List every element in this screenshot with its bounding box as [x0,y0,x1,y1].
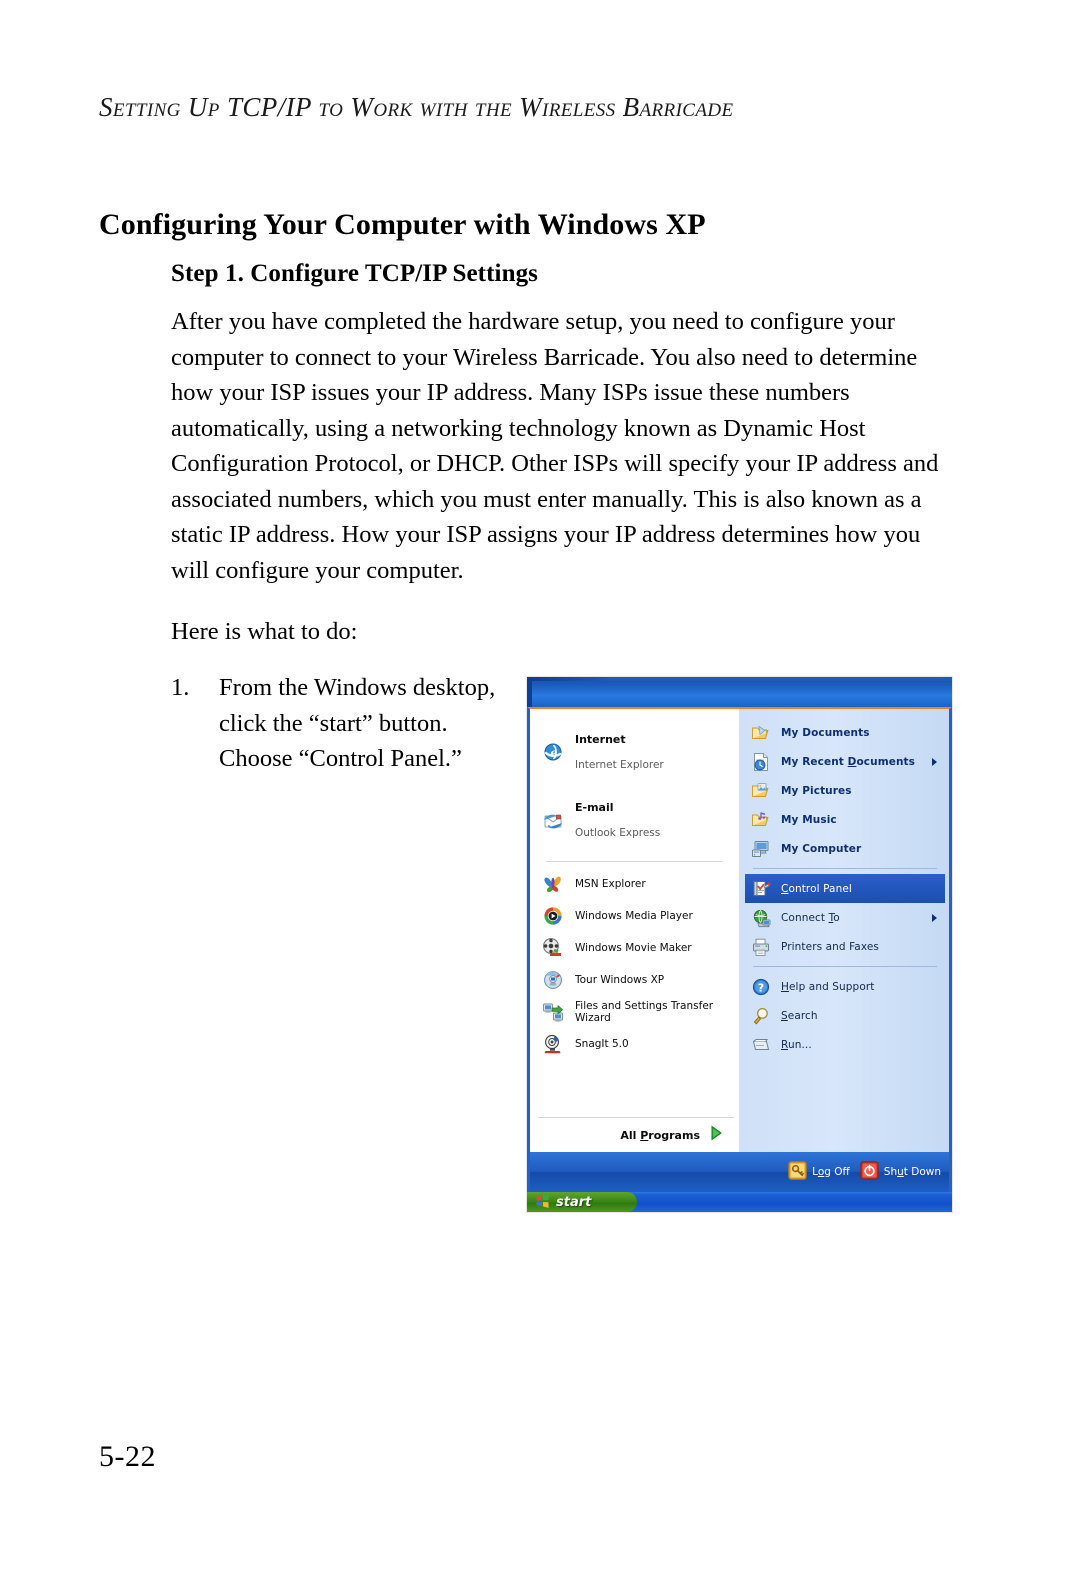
start-item-files-settings-transfer-wizard[interactable]: Files and Settings Transfer Wizard [536,996,733,1028]
log-off-label: Log Off [812,1166,850,1178]
log-off-button[interactable]: Log Off [788,1160,850,1184]
start-item-label: Control Panel [781,882,852,895]
section-body: Step 1. Configure TCP/IP Settings After … [171,260,961,650]
start-item-tour-windows-xp[interactable]: Tour Windows XP [536,964,733,996]
windows-logo-icon [535,1193,550,1212]
windows-media-player-icon [540,903,566,929]
start-item-search[interactable]: Search [745,1001,945,1030]
connect-to-icon [749,906,773,930]
chevron-right-icon [932,757,937,766]
start-item-my-documents[interactable]: My Documents [745,718,945,747]
start-item-label: Search [781,1009,818,1022]
my-recent-documents-icon [749,750,773,774]
start-item-label: Tour Windows XP [575,973,665,986]
start-item-my-music[interactable]: My Music [745,805,945,834]
start-item-windows-media-player[interactable]: Windows Media Player [536,900,733,932]
header-top-rule [527,677,952,681]
document-page: Setting Up TCP/IP to Work with the Wirel… [0,0,1080,1570]
tour-windows-xp-icon [540,967,566,993]
windows-movie-maker-icon [540,935,566,961]
start-menu-left-column: e Internet Internet Explorer E-mail Outl… [527,707,739,1152]
start-item-label: Windows Media Player [575,909,693,922]
step-number: 1. [171,674,190,701]
start-item-my-computer[interactable]: My Computer [745,834,945,863]
start-menu-body: e Internet Internet Explorer E-mail Outl… [527,707,952,1152]
list-item: 1. From the Windows desktop, click the “… [171,670,501,777]
start-item-label: My Pictures [781,784,852,797]
start-item-label: Internet Internet Explorer [575,732,664,771]
page-number: 5-22 [99,1440,156,1473]
start-item-windows-movie-maker[interactable]: Windows Movie Maker [536,932,733,964]
start-item-label: My Computer [781,842,862,855]
control-panel-icon [749,877,773,901]
start-item-label: Connect To [781,911,840,924]
printers-and-faxes-icon [749,935,773,959]
chevron-right-icon [932,913,937,922]
internet-explorer-icon: e [540,739,566,765]
all-programs-label: All Programs [620,1128,700,1142]
key-icon [788,1160,807,1184]
right-column-divider-2 [753,966,937,967]
start-item-connect-to[interactable]: Connect To [745,903,945,932]
shut-down-label: Shut Down [883,1166,941,1178]
start-item-my-recent-documents[interactable]: My Recent Documents [745,747,945,776]
right-column-divider-1 [753,868,937,869]
left-column-divider [546,861,723,862]
snagit-icon [540,1031,566,1057]
start-item-label: SnagIt 5.0 [575,1037,629,1050]
search-icon [749,1004,773,1028]
start-menu-right-column: My Documents My Recent Documents My Pict… [739,707,952,1152]
start-item-label: MSN Explorer [575,877,646,890]
start-item-label: My Documents [781,726,870,739]
running-head: Setting Up TCP/IP to Work with the Wirel… [99,92,734,122]
start-menu-screenshot: e Internet Internet Explorer E-mail Outl… [527,677,952,1212]
paragraph-intro: After you have completed the hardware se… [171,308,939,584]
start-item-label: My Recent Documents [781,755,916,768]
power-icon [860,1160,879,1184]
start-item-label: E-mail Outlook Express [575,801,661,839]
step-text: From the Windows desktop, click the “sta… [219,674,496,772]
numbered-step-list: 1. From the Windows desktop, click the “… [171,670,501,777]
all-programs-row[interactable]: All Programs [530,1117,742,1152]
all-programs-arrow-icon [708,1124,726,1146]
taskbar: start [527,1192,952,1212]
start-item-label: Windows Movie Maker [575,941,692,954]
shut-down-button[interactable]: Shut Down [860,1160,941,1184]
outlook-express-icon [540,808,566,834]
start-item-snagit[interactable]: SnagIt 5.0 [536,1028,733,1060]
start-item-my-pictures[interactable]: My Pictures [745,776,945,805]
svg-text:?: ? [758,981,764,994]
my-documents-icon [749,721,773,745]
section-subheading: Step 1. Configure TCP/IP Settings [171,260,538,287]
files-settings-transfer-wizard-icon [540,999,566,1025]
start-item-label: My Music [781,813,837,826]
start-menu-user-header [527,677,952,708]
my-pictures-icon [749,779,773,803]
my-computer-icon [749,837,773,861]
msn-explorer-icon [540,871,566,897]
paragraph-lead-in: Here is what to do: [171,618,358,645]
run-icon [749,1033,773,1057]
start-item-label: Help and Support [781,980,875,993]
start-item-run[interactable]: Run... [745,1030,945,1059]
all-programs-divider [538,1117,734,1118]
start-button[interactable]: start [527,1192,637,1212]
start-menu-footer: Log Off Shut Down [527,1152,952,1192]
start-item-control-panel[interactable]: Control Panel [745,874,945,903]
my-music-icon [749,808,773,832]
start-button-label: start [556,1194,592,1210]
start-item-label: Files and Settings Transfer Wizard [575,999,714,1025]
start-item-msn-explorer[interactable]: MSN Explorer [536,868,733,900]
start-item-help-and-support[interactable]: ? Help and Support [745,972,945,1001]
start-item-label: Printers and Faxes [781,940,879,953]
help-and-support-icon: ? [749,975,773,999]
svg-text:e: e [550,747,557,760]
start-item-internet[interactable]: e Internet Internet Explorer [536,718,733,787]
start-item-printers-and-faxes[interactable]: Printers and Faxes [745,932,945,961]
header-left-edge [527,681,532,707]
start-item-email[interactable]: E-mail Outlook Express [536,787,733,856]
start-item-label: Run... [781,1038,812,1051]
page-title: Configuring Your Computer with Windows X… [99,208,706,242]
